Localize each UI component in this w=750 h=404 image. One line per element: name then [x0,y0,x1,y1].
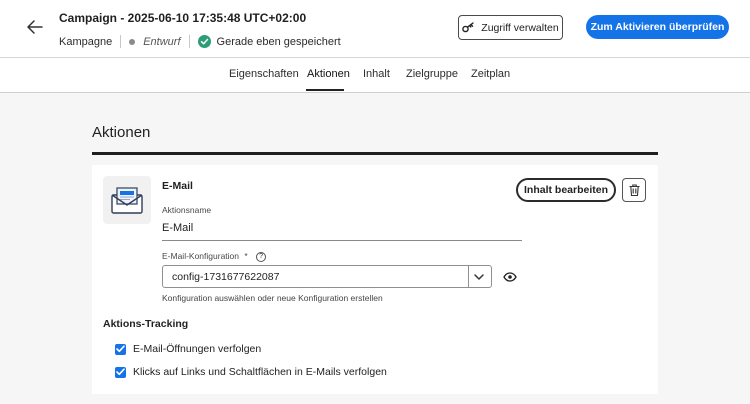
section-divider [92,152,658,155]
divider [188,35,190,48]
tab-content[interactable]: Inhalt [363,68,390,80]
track-clicks-checkbox[interactable]: Klicks auf Links und Schaltflächen in E-… [115,366,387,378]
campaign-meta: Kampagne Entwurf Gerade eben gespeichert [59,35,341,48]
chevron-down-icon[interactable] [473,271,485,283]
email-config-help: Konfiguration auswählen oder neue Konfig… [162,293,383,303]
action-heading: E-Mail [162,180,193,192]
email-config-label: E-Mail-Konfiguration [162,251,240,261]
save-status: Gerade eben gespeichert [216,35,341,48]
page-title: Campaign - 2025-06-10 17:35:48 UTC+02:00 [59,11,307,25]
tab-bar: Eigenschaften Aktionen Inhalt Zielgruppe… [0,58,750,93]
check-circle-icon [197,35,211,48]
review-activate-button[interactable]: Zum Aktivieren überprüfen [586,15,729,39]
tab-audience[interactable]: Zielgruppe [406,68,458,80]
track-opens-label: E-Mail-Öffnungen verfolgen [133,343,262,355]
checkbox-checked-icon [115,343,126,355]
action-name-input[interactable]: E-Mail [162,222,193,234]
tab-actions[interactable]: Aktionen [307,68,350,80]
required-mark: * [244,251,248,261]
email-config-value: config-1731677622087 [172,271,280,283]
campaign-header: Campaign - 2025-06-10 17:35:48 UTC+02:00… [0,0,750,58]
active-tab-indicator [306,89,344,91]
manage-access-button[interactable]: Zugriff verwalten [458,15,563,40]
back-button[interactable] [22,14,48,40]
edit-content-button[interactable]: Inhalt bearbeiten [516,178,616,202]
key-icon [462,22,474,33]
trash-icon [629,184,639,196]
tab-schedule[interactable]: Zeitplan [471,68,510,80]
track-clicks-label: Klicks auf Links und Schaltflächen in E-… [133,366,387,378]
envelope-icon [111,187,143,214]
manage-access-label: Zugriff verwalten [481,21,559,34]
email-config-label-row: E-Mail-Konfiguration * ? [162,251,267,262]
status-badge: Entwurf [143,35,181,48]
delete-action-button[interactable] [622,178,646,202]
divider [120,35,122,48]
action-name-label: Aktionsname [162,205,212,215]
tab-properties[interactable]: Eigenschaften [229,68,299,80]
divider [468,266,469,287]
help-icon[interactable]: ? [256,251,267,262]
track-opens-checkbox[interactable]: E-Mail-Öffnungen verfolgen [115,343,261,355]
email-config-select[interactable]: config-1731677622087 [162,265,492,288]
status-dot-icon [129,38,136,45]
section-title: Aktionen [92,124,151,141]
email-thumbnail [103,176,151,224]
tracking-title: Aktions-Tracking [103,318,189,330]
arrow-left-icon [27,20,43,34]
input-underline [162,240,522,241]
campaign-type: Kampagne [59,35,113,48]
eye-icon[interactable] [503,272,517,282]
checkbox-checked-icon [115,366,126,378]
